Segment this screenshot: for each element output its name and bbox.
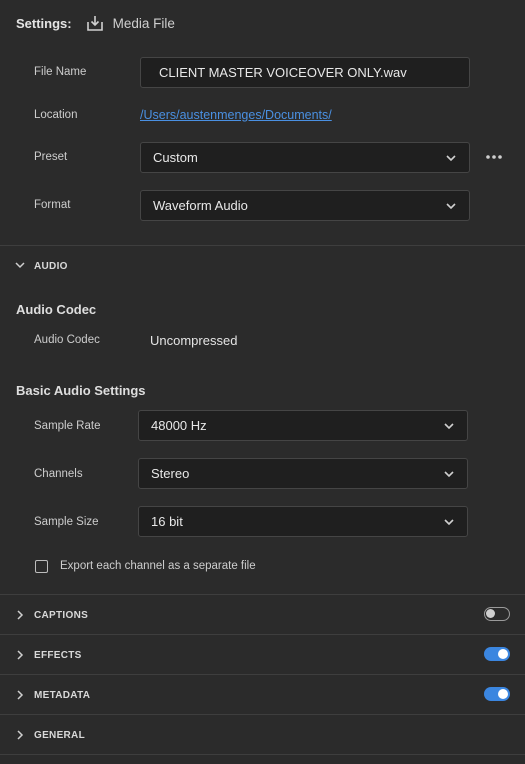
general-section-header[interactable]: GENERAL (0, 715, 525, 755)
format-label: Format (34, 199, 71, 211)
toggle-knob (498, 689, 508, 699)
chevron-down-icon (446, 154, 456, 161)
sample-rate-label: Sample Rate (34, 420, 101, 432)
captions-section-header[interactable]: CAPTIONS (0, 595, 525, 635)
preset-label: Preset (34, 151, 68, 163)
channels-select[interactable]: Stereo (138, 458, 468, 489)
sample-size-value: 16 bit (151, 514, 183, 529)
audio-section-label: AUDIO (34, 260, 68, 272)
captions-section-label: CAPTIONS (34, 609, 89, 621)
toggle-knob (498, 649, 508, 659)
file-name-input[interactable]: CLIENT MASTER VOICEOVER ONLY.wav (140, 57, 470, 88)
chevron-right-icon (17, 730, 24, 740)
sample-rate-select[interactable]: 48000 Hz (138, 410, 468, 441)
chevron-right-icon (17, 610, 24, 620)
location-link[interactable]: /Users/austenmenges/Documents/ (140, 108, 332, 122)
chevron-down-icon (444, 518, 454, 525)
divider (0, 754, 525, 755)
export-settings-panel: Settings: Media File File Name CLIENT MA… (0, 0, 525, 764)
audio-codec-title: Audio Codec (16, 302, 97, 317)
preset-select[interactable]: Custom (140, 142, 470, 173)
effects-toggle[interactable] (484, 647, 510, 661)
chevron-down-icon (444, 470, 454, 477)
file-name-label: File Name (34, 66, 87, 78)
download-icon (86, 14, 104, 32)
audio-codec-label: Audio Codec (34, 334, 100, 346)
sample-size-label: Sample Size (34, 516, 99, 528)
audio-section-header[interactable]: AUDIO (0, 246, 525, 286)
media-file-label[interactable]: Media File (113, 16, 175, 31)
sample-size-select[interactable]: 16 bit (138, 506, 468, 537)
format-select[interactable]: Waveform Audio (140, 190, 470, 221)
audio-codec-value: Uncompressed (150, 333, 238, 348)
channels-label: Channels (34, 468, 83, 480)
toggle-knob (486, 609, 495, 618)
effects-section-label: EFFECTS (34, 649, 82, 661)
chevron-down-icon (15, 262, 25, 269)
captions-toggle[interactable] (484, 607, 510, 621)
basic-audio-settings-title: Basic Audio Settings (16, 383, 146, 398)
settings-title: Settings: (16, 15, 72, 31)
effects-section-header[interactable]: EFFECTS (0, 635, 525, 675)
location-label: Location (34, 109, 78, 121)
metadata-section-header[interactable]: METADATA (0, 675, 525, 715)
settings-header: Settings: Media File (16, 12, 175, 34)
general-section-label: GENERAL (34, 729, 85, 741)
file-name-value: CLIENT MASTER VOICEOVER ONLY.wav (159, 65, 407, 80)
chevron-right-icon (17, 690, 24, 700)
separate-channels-label[interactable]: Export each channel as a separate file (60, 560, 256, 572)
channels-value: Stereo (151, 466, 190, 481)
format-value: Waveform Audio (153, 198, 248, 213)
more-options-icon[interactable] (485, 152, 503, 162)
preset-value: Custom (153, 150, 198, 165)
sample-rate-value: 48000 Hz (151, 418, 207, 433)
chevron-down-icon (444, 422, 454, 429)
separate-channels-checkbox[interactable] (35, 560, 48, 573)
chevron-down-icon (446, 202, 456, 209)
chevron-right-icon (17, 650, 24, 660)
metadata-section-label: METADATA (34, 689, 91, 701)
metadata-toggle[interactable] (484, 687, 510, 701)
